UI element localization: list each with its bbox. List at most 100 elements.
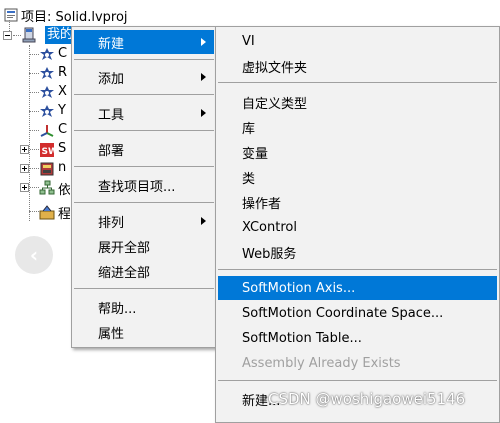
menu-item-collapse-all[interactable]: 缩进全部 bbox=[74, 259, 214, 283]
menu-separator bbox=[218, 380, 497, 381]
menu-item-label: 操作者 bbox=[242, 196, 282, 212]
svg-text:SW: SW bbox=[42, 147, 56, 157]
expand-toggle[interactable] bbox=[20, 183, 29, 192]
menu-item-label: Web服务 bbox=[242, 246, 297, 262]
menu-separator bbox=[74, 94, 214, 95]
submenu-arrow-icon bbox=[201, 217, 206, 225]
submenu-item-softmotion-coordinate-space[interactable]: SoftMotion Coordinate Space... bbox=[218, 301, 497, 325]
tree-guide bbox=[30, 149, 39, 150]
softmotion-axis-icon bbox=[40, 48, 54, 60]
tree-node-label: C bbox=[58, 46, 68, 61]
menu-item-label: SoftMotion Coordinate Space... bbox=[242, 305, 444, 321]
menu-item-label: SoftMotion Axis... bbox=[242, 280, 356, 296]
new-submenu: VI 虚拟文件夹 自定义类型 库 变量 类 操作者 XControl Web服务… bbox=[215, 26, 500, 423]
menu-item-label: 类 bbox=[242, 171, 256, 187]
coordinate-space-icon bbox=[40, 125, 54, 137]
expand-toggle[interactable] bbox=[20, 145, 29, 154]
collapse-toggle[interactable] bbox=[3, 31, 12, 40]
tree-guide bbox=[9, 20, 10, 31]
module-icon bbox=[40, 162, 54, 176]
submenu-arrow-icon bbox=[201, 38, 206, 46]
tree-guide bbox=[29, 111, 39, 112]
menu-item-label: 属性 bbox=[98, 326, 125, 342]
submenu-item-xcontrol[interactable]: XControl bbox=[218, 215, 497, 239]
submenu-item-class[interactable]: 类 bbox=[218, 165, 497, 189]
menu-item-label: 查找项目项... bbox=[98, 179, 176, 195]
menu-separator bbox=[218, 82, 497, 83]
menu-item-label: XControl bbox=[242, 219, 297, 235]
tree-guide bbox=[29, 54, 39, 55]
menu-item-label: SoftMotion Table... bbox=[242, 330, 362, 346]
tree-guide bbox=[30, 168, 39, 169]
menu-item-label: 添加 bbox=[98, 71, 125, 87]
tree-node-label: C bbox=[58, 122, 68, 137]
menu-item-expand-all[interactable]: 展开全部 bbox=[74, 234, 214, 258]
submenu-item-web-service[interactable]: Web服务 bbox=[218, 240, 497, 264]
tree-node-label: 依 bbox=[58, 183, 70, 198]
project-label: 项目: Solid.lvproj bbox=[21, 9, 128, 25]
menu-item-label: Assembly Already Exists bbox=[242, 355, 401, 371]
menu-item-arrange[interactable]: 排列 bbox=[74, 209, 214, 233]
tree-node-label: n bbox=[58, 160, 67, 175]
chevron-left-icon: ‹ bbox=[29, 243, 39, 267]
tree-node-label: 程 bbox=[58, 207, 70, 222]
tree-guide bbox=[29, 211, 39, 212]
menu-item-label: 排列 bbox=[98, 215, 125, 231]
tree-node-label: S bbox=[58, 141, 67, 156]
menu-item-tools[interactable]: 工具 bbox=[74, 101, 214, 125]
submenu-arrow-icon bbox=[201, 109, 206, 117]
solidworks-icon: SW bbox=[40, 143, 56, 157]
menu-item-properties[interactable]: 属性 bbox=[74, 320, 214, 344]
submenu-item-actor[interactable]: 操作者 bbox=[218, 190, 497, 214]
menu-item-label: 库 bbox=[242, 121, 256, 137]
menu-item-label: 缩进全部 bbox=[98, 265, 151, 281]
tree-node-label: Y bbox=[58, 103, 66, 118]
menu-item-label: 部署 bbox=[98, 143, 125, 159]
submenu-item-library[interactable]: 库 bbox=[218, 115, 497, 139]
tree-guide bbox=[29, 92, 39, 93]
menu-item-label: 展开全部 bbox=[98, 240, 151, 256]
menu-separator bbox=[74, 202, 214, 203]
tree-node-label: X bbox=[58, 84, 67, 99]
menu-item-label: 帮助... bbox=[98, 301, 137, 317]
menu-item-label: 虚拟文件夹 bbox=[242, 60, 308, 76]
menu-item-label: 自定义类型 bbox=[242, 96, 308, 112]
tree-guide bbox=[13, 35, 21, 36]
tree-guide bbox=[29, 73, 39, 74]
tree-guide bbox=[30, 187, 39, 188]
context-menu: 新建 添加 工具 部署 查找项目项... 排列 展开全部 缩进全部 帮助... … bbox=[71, 26, 217, 348]
submenu-item-softmotion-axis[interactable]: SoftMotion Axis... bbox=[218, 276, 497, 300]
watermark: CSDN @woshigaowei5146 bbox=[268, 390, 466, 408]
menu-separator bbox=[74, 288, 214, 289]
menu-item-deploy[interactable]: 部署 bbox=[74, 137, 214, 161]
submenu-item-custom-type[interactable]: 自定义类型 bbox=[218, 90, 497, 114]
menu-item-label: 新建 bbox=[98, 36, 125, 52]
menu-item-label: VI bbox=[242, 33, 255, 49]
submenu-item-virtual-folder[interactable]: 虚拟文件夹 bbox=[218, 54, 497, 78]
menu-item-new[interactable]: 新建 bbox=[74, 30, 214, 54]
expand-toggle[interactable] bbox=[20, 164, 29, 173]
tree-node-my-computer[interactable]: 我的电脑 bbox=[45, 26, 73, 44]
menu-item-add[interactable]: 添加 bbox=[74, 65, 214, 89]
tree-guide bbox=[29, 130, 39, 131]
softmotion-axis-icon bbox=[40, 67, 54, 79]
menu-separator bbox=[74, 166, 214, 167]
softmotion-axis-icon bbox=[40, 105, 54, 117]
submenu-item-variable[interactable]: 变量 bbox=[218, 140, 497, 164]
submenu-item-assembly-exists: Assembly Already Exists bbox=[218, 351, 497, 375]
menu-separator bbox=[74, 59, 214, 60]
dependencies-icon bbox=[39, 180, 55, 195]
menu-item-label: 工具 bbox=[98, 107, 125, 123]
tree-guide bbox=[29, 45, 30, 221]
menu-item-label: 变量 bbox=[242, 146, 269, 162]
computer-icon bbox=[22, 27, 36, 43]
menu-item-find-project-items[interactable]: 查找项目项... bbox=[74, 173, 214, 197]
menu-item-help[interactable]: 帮助... bbox=[74, 295, 214, 319]
back-button[interactable]: ‹ bbox=[15, 236, 53, 274]
tree-root-project[interactable]: 项目: Solid.lvproj bbox=[15, 5, 128, 25]
build-spec-icon bbox=[39, 205, 55, 220]
submenu-item-vi[interactable]: VI bbox=[218, 29, 497, 53]
submenu-item-softmotion-table[interactable]: SoftMotion Table... bbox=[218, 326, 497, 350]
submenu-arrow-icon bbox=[201, 73, 206, 81]
menu-separator bbox=[218, 269, 497, 270]
